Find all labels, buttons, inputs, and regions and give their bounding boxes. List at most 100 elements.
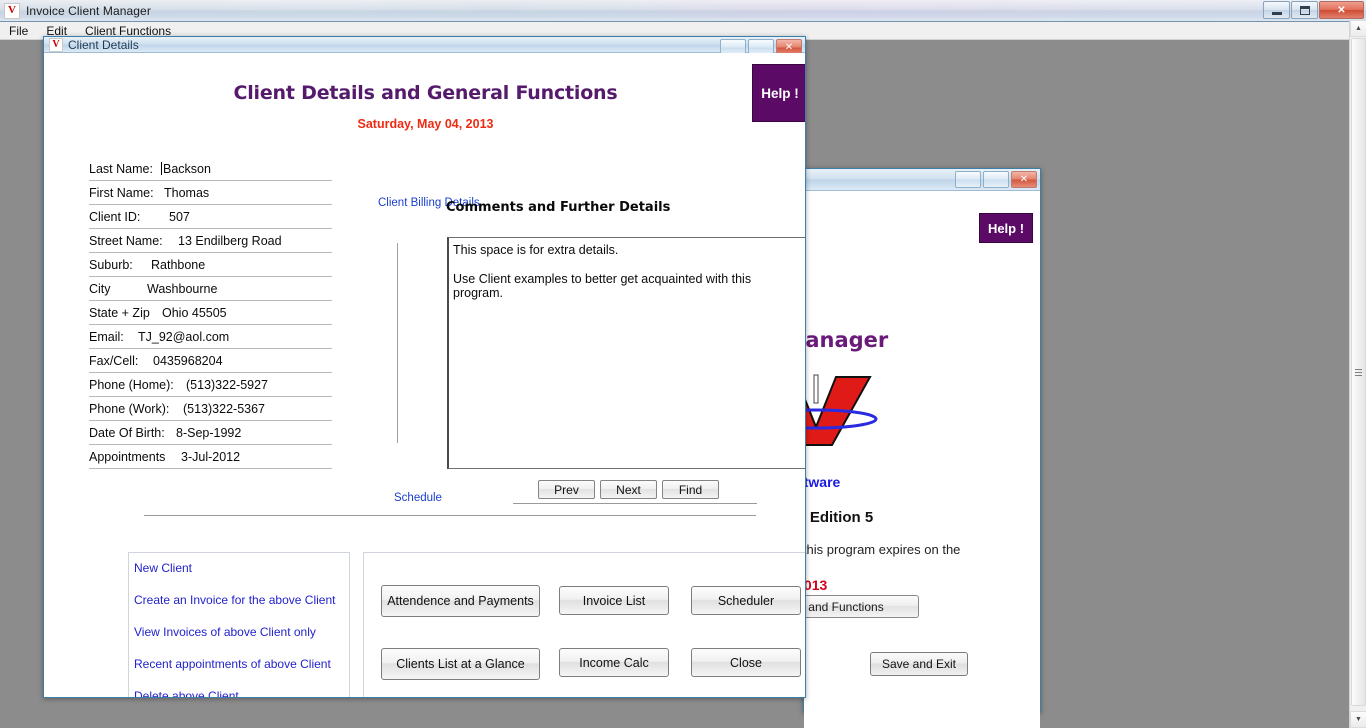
about-minimize-button[interactable]	[955, 171, 981, 188]
horizontal-rule-middle	[144, 515, 756, 516]
restore-button[interactable]	[1291, 1, 1318, 19]
scrollbar-grip-icon	[1355, 368, 1362, 376]
field-value: 3-Jul-2012	[181, 449, 241, 464]
app-logo-icon: V	[4, 2, 20, 19]
income-calc-button[interactable]: Income Calc	[559, 648, 669, 677]
about-help-button[interactable]: Help !	[979, 213, 1033, 243]
about-window[interactable]: ✕ Help ! Invoice Client Manager Vinton S…	[803, 168, 1041, 728]
about-heading: Invoice Client Manager	[804, 328, 889, 352]
field-label: Fax/Cell:	[89, 353, 139, 368]
text-caret-icon	[161, 162, 162, 175]
link-view-invoices[interactable]: View Invoices of above Client only	[134, 626, 349, 638]
field-label: Phone (Work):	[89, 401, 170, 416]
field-label: City	[89, 281, 111, 296]
client-actions-panel: Attendence and Payments Invoice List Sch…	[363, 552, 805, 697]
vertical-divider	[397, 243, 398, 443]
horizontal-rule-top	[513, 503, 757, 504]
about-expiry-date: 28-May-2013	[804, 577, 828, 593]
application-title: Invoice Client Manager	[26, 3, 151, 18]
close-button-actions[interactable]: Close	[691, 648, 801, 677]
attendence-and-payments-button[interactable]: Attendence and Payments	[381, 585, 540, 617]
client-details-window-title: Client Details	[68, 37, 139, 52]
scroll-up-arrow-icon[interactable]: ▲	[1350, 20, 1366, 37]
client-window-logo-icon: V	[49, 37, 63, 52]
field-row-suburb[interactable]: Suburb: Rathbone	[89, 253, 332, 277]
field-value: 8-Sep-1992	[176, 425, 242, 440]
client-details-window[interactable]: V Client Details ✕ Client Details and Ge…	[43, 36, 806, 698]
scrollbar-thumb[interactable]	[1351, 38, 1366, 706]
field-label: First Name:	[89, 185, 154, 200]
field-label: Suburb:	[89, 257, 133, 272]
field-value: (513)322-5927	[186, 377, 269, 392]
field-row-date-of-birth[interactable]: Date Of Birth: 8-Sep-1992	[89, 421, 332, 445]
record-navigation-buttons: Prev Next Find	[538, 480, 719, 499]
field-value: Rathbone	[151, 257, 206, 272]
vinton-v-logo-icon	[804, 369, 894, 449]
vertical-scrollbar[interactable]: ▲ ▼	[1349, 20, 1366, 728]
link-create-invoice[interactable]: Create an Invoice for the above Client	[134, 594, 349, 606]
field-label: Street Name:	[89, 233, 163, 248]
minimize-button[interactable]	[1263, 1, 1290, 19]
client-details-titlebar[interactable]: V Client Details ✕	[44, 37, 805, 56]
about-window-controls: ✕	[955, 171, 1037, 188]
field-row-first-name[interactable]: First Name: Thomas	[89, 181, 332, 205]
prev-button[interactable]: Prev	[538, 480, 595, 499]
invoice-list-button[interactable]: Invoice List	[559, 586, 669, 615]
about-maximize-button[interactable]	[983, 171, 1009, 188]
client-links-list: New Client Create an Invoice for the abo…	[129, 553, 349, 697]
about-edition: Corporate Edition 5	[804, 509, 874, 526]
field-value: 507	[169, 209, 190, 224]
field-row-fax-cell[interactable]: Fax/Cell: 0435968204	[89, 349, 332, 373]
help-button[interactable]: Help !	[752, 64, 805, 122]
clients-list-at-a-glance-button[interactable]: Clients List at a Glance	[381, 648, 540, 680]
field-value: Washbourne	[147, 281, 218, 296]
comments-section-title: Comments and Further Details	[446, 200, 671, 215]
menu-file[interactable]: File	[0, 22, 37, 40]
field-label: Last Name:	[89, 161, 153, 176]
link-new-client[interactable]: New Client	[134, 562, 349, 574]
restore-icon	[1299, 5, 1310, 15]
field-row-street-name[interactable]: Street Name: 13 Endilberg Road	[89, 229, 332, 253]
next-button[interactable]: Next	[600, 480, 657, 499]
field-label: Appointments	[89, 449, 166, 464]
find-button[interactable]: Find	[662, 480, 719, 499]
comments-textarea[interactable]	[447, 237, 805, 469]
field-label: State + Zip	[89, 305, 150, 320]
about-company-name: Vinton Software	[804, 474, 841, 490]
about-close-button[interactable]: ✕	[1011, 171, 1037, 188]
field-value: Thomas	[164, 185, 210, 200]
about-expiry-label: Your trial of this program expires on th…	[804, 542, 961, 557]
scheduler-button[interactable]: Scheduler	[691, 586, 801, 615]
field-value: 13 Endilberg Road	[178, 233, 282, 248]
field-label: Client ID:	[89, 209, 141, 224]
field-row-last-name[interactable]: Last Name: Backson	[89, 157, 332, 181]
field-value: Backson	[163, 161, 211, 176]
link-delete-client[interactable]: Delete above Client	[134, 690, 349, 697]
field-label: Email:	[89, 329, 124, 344]
client-actions-grid: Attendence and Payments Invoice List Sch…	[364, 553, 805, 697]
window-controls: ✕	[1263, 1, 1364, 19]
field-label: Phone (Home):	[89, 377, 174, 392]
close-button[interactable]: ✕	[1319, 1, 1364, 19]
application-titlebar[interactable]: V Invoice Client Manager ✕	[0, 0, 1366, 22]
field-row-phone-work[interactable]: Phone (Work): (513)322-5367	[89, 397, 332, 421]
schedule-link[interactable]: Schedule	[394, 492, 442, 504]
field-row-state-zip[interactable]: State + Zip Ohio 45505	[89, 301, 332, 325]
field-row-city[interactable]: City Washbourne	[89, 277, 332, 301]
client-links-panel: New Client Create an Invoice for the abo…	[128, 552, 350, 697]
client-fields-list: Last Name: Backson First Name: Thomas Cl…	[89, 157, 332, 469]
field-row-appointments[interactable]: Appointments 3-Jul-2012	[89, 445, 332, 469]
field-row-client-id[interactable]: Client ID: 507	[89, 205, 332, 229]
client-details-and-functions-button[interactable]: Client Details and Functions	[804, 595, 919, 618]
about-window-titlebar[interactable]: ✕	[804, 169, 1040, 191]
field-row-phone-home[interactable]: Phone (Home): (513)322-5927	[89, 373, 332, 397]
save-and-exit-button[interactable]: Save and Exit	[870, 652, 968, 676]
field-label: Date Of Birth:	[89, 425, 165, 440]
minimize-icon	[1271, 11, 1282, 15]
link-recent-appointments[interactable]: Recent appointments of above Client	[134, 658, 349, 670]
about-window-body: Help ! Invoice Client Manager Vinton Sof…	[804, 191, 1040, 728]
field-row-email[interactable]: Email: TJ_92@aol.com	[89, 325, 332, 349]
field-value: 0435968204	[153, 353, 223, 368]
client-details-body: Client Details and General Functions Sat…	[44, 53, 805, 697]
scroll-down-arrow-icon[interactable]: ▼	[1350, 711, 1366, 728]
